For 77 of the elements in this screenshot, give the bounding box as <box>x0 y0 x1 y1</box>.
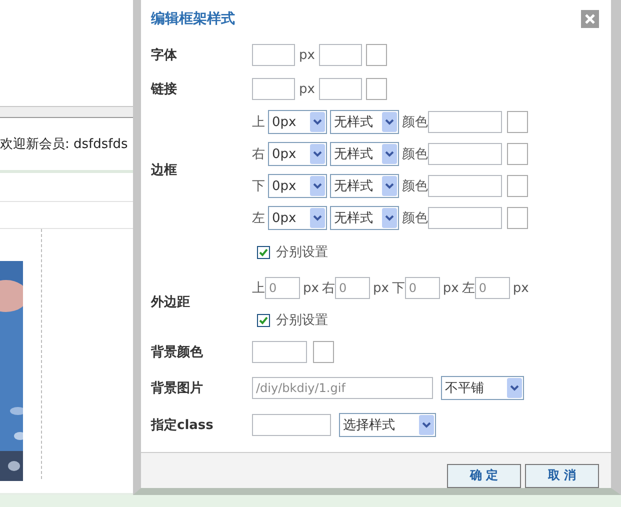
color-swatch[interactable] <box>366 78 387 100</box>
side-label: 下 <box>252 178 265 195</box>
checkbox-label: 分别设置 <box>276 312 328 329</box>
margin-input[interactable]: 0 <box>474 277 510 299</box>
side-label: 上 <box>252 280 265 297</box>
unit-label: px <box>512 280 529 296</box>
close-icon <box>585 14 595 24</box>
color-label: 颜色 <box>402 210 428 227</box>
checkbox[interactable] <box>257 314 270 326</box>
color-swatch[interactable] <box>313 341 334 363</box>
caret-icon <box>382 176 397 196</box>
input-field[interactable] <box>252 44 295 66</box>
caret-icon <box>382 144 397 164</box>
field-label: 字体 <box>151 46 178 64</box>
color-input[interactable] <box>428 175 502 197</box>
side-label: 右 <box>252 146 265 163</box>
caret-icon <box>382 208 397 228</box>
margin-input[interactable]: 0 <box>404 277 440 299</box>
field-label: 背景颜色 <box>151 344 204 361</box>
welcome-text: 欢迎新会员: dsfdsfds <box>0 136 128 153</box>
width-select[interactable]: 0px <box>268 206 327 230</box>
input-field[interactable] <box>318 44 362 66</box>
unit-label: px <box>442 280 459 296</box>
unit-label: px <box>299 82 315 96</box>
margin-input[interactable]: 0 <box>265 277 300 299</box>
side-label: 右 <box>322 280 335 297</box>
checkbox[interactable] <box>257 246 270 258</box>
color-swatch[interactable] <box>507 207 528 229</box>
field-label: 背景图片 <box>151 380 204 397</box>
close-button[interactable] <box>581 10 599 28</box>
field-label: 边框 <box>151 162 178 179</box>
side-label: 左 <box>462 280 475 297</box>
caret-icon <box>310 112 325 132</box>
color-label: 颜色 <box>402 178 428 195</box>
color-label: 颜色 <box>402 114 428 131</box>
caret-icon <box>310 144 325 164</box>
caret-icon <box>382 112 397 132</box>
image-path-input[interactable]: /diy/bkdiy/1.gif <box>252 377 433 399</box>
class-input[interactable] <box>252 414 331 436</box>
input-field[interactable] <box>252 78 295 100</box>
margin-input[interactable]: 0 <box>334 277 370 299</box>
style-select[interactable]: 无样式 <box>330 206 399 230</box>
style-select[interactable]: 无样式 <box>330 174 399 198</box>
width-select[interactable]: 0px <box>268 174 327 198</box>
caret-icon <box>419 415 434 435</box>
unit-label: px <box>299 48 315 62</box>
class-select[interactable]: 选择样式 <box>339 413 436 437</box>
side-label: 左 <box>252 210 265 227</box>
width-select[interactable]: 0px <box>268 110 327 134</box>
style-select[interactable]: 无样式 <box>330 142 399 166</box>
side-label: 上 <box>252 114 265 131</box>
color-swatch[interactable] <box>366 44 387 66</box>
unit-label: px <box>303 280 319 296</box>
input-field[interactable] <box>318 78 362 100</box>
color-input[interactable] <box>252 341 307 363</box>
color-label: 颜色 <box>402 146 428 163</box>
repeat-select[interactable]: 不平铺 <box>441 376 524 400</box>
unit-label: px <box>372 280 389 296</box>
caret-icon <box>507 378 522 398</box>
side-label: 下 <box>392 280 405 297</box>
color-swatch[interactable] <box>507 143 528 165</box>
field-label: 链接 <box>151 80 178 98</box>
style-select[interactable]: 无样式 <box>330 110 399 134</box>
color-input[interactable] <box>428 143 502 165</box>
dialog-title: 编辑框架样式 <box>151 10 235 28</box>
checkbox-label: 分别设置 <box>276 244 328 261</box>
color-input[interactable] <box>428 207 502 229</box>
cancel-button[interactable]: 取 消 <box>525 464 599 488</box>
color-swatch[interactable] <box>507 111 528 133</box>
color-input[interactable] <box>428 111 502 133</box>
caret-icon <box>310 176 325 196</box>
field-label: 外边距 <box>151 294 191 311</box>
caret-icon <box>310 208 325 228</box>
field-label: 指定class <box>151 416 214 434</box>
width-select[interactable]: 0px <box>268 142 327 166</box>
confirm-button[interactable]: 确 定 <box>447 464 521 488</box>
color-swatch[interactable] <box>507 175 528 197</box>
